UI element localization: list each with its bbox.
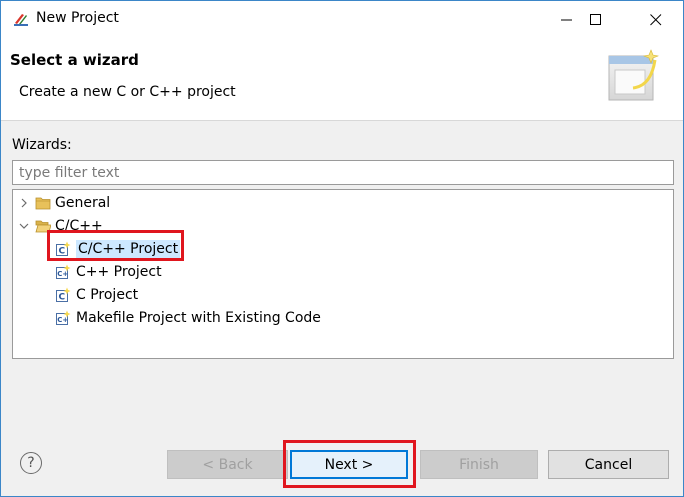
minimize-icon xyxy=(561,19,572,20)
chevron-right-icon[interactable] xyxy=(17,196,31,210)
folder-icon xyxy=(35,197,51,210)
cancel-button-label: Cancel xyxy=(584,456,633,473)
help-button[interactable]: ? xyxy=(20,452,42,474)
window-title: New Project xyxy=(36,10,119,26)
tree-item-cpp-project[interactable]: C C/C++ Project xyxy=(55,238,181,260)
finish-button[interactable]: Finish xyxy=(420,450,538,479)
close-button[interactable] xyxy=(633,1,679,38)
cancel-button[interactable]: Cancel xyxy=(548,450,669,479)
selected-item-highlight: C/C++ Project xyxy=(76,240,181,258)
tree-item-label: Makefile Project with Existing Code xyxy=(76,310,321,326)
banner-title: Select a wizard xyxy=(10,51,139,69)
eclipse-app-icon xyxy=(14,14,28,26)
banner-description: Create a new C or C++ project xyxy=(19,84,236,100)
help-icon: ? xyxy=(27,455,35,471)
wizard-banner-icon xyxy=(608,49,659,101)
svg-text:C: C xyxy=(59,293,66,303)
next-button[interactable]: Next > xyxy=(290,450,408,479)
tree-item-general[interactable]: General xyxy=(17,192,110,214)
filter-input[interactable] xyxy=(12,160,674,185)
title-bar[interactable]: New Project xyxy=(1,1,683,38)
c-project-icon: C xyxy=(56,241,71,257)
svg-text:C+: C+ xyxy=(57,316,68,324)
folder-open-icon xyxy=(35,220,51,233)
tree-item-label: C/C++ Project xyxy=(78,241,179,257)
c-project-icon: C xyxy=(56,287,71,303)
tree-item-makefile-project[interactable]: C+ Makefile Project with Existing Code xyxy=(55,307,321,329)
new-project-dialog: New Project Select a wizard Create a new… xyxy=(0,0,684,497)
next-button-label: Next > xyxy=(324,456,374,473)
makefile-project-icon: C+ xyxy=(56,310,71,325)
tree-item-c-project[interactable]: C C Project xyxy=(55,284,138,306)
wizard-banner: Select a wizard Create a new C or C++ pr… xyxy=(1,38,683,121)
back-button-label: < Back xyxy=(202,456,253,473)
wizard-tree[interactable]: General C/C++ C C/C++ Project C+ C++ Pro… xyxy=(12,189,674,359)
chevron-down-icon[interactable] xyxy=(17,219,31,233)
tree-item-label: C Project xyxy=(76,287,139,303)
tree-item-cpp-folder[interactable]: C/C++ xyxy=(17,215,103,237)
tree-item-label: C/C++ xyxy=(55,218,103,234)
tree-item-cplusplus-project[interactable]: C+ C++ Project xyxy=(55,261,162,283)
finish-button-label: Finish xyxy=(459,456,499,473)
maximize-icon xyxy=(590,13,601,25)
maximize-button[interactable] xyxy=(573,1,619,38)
back-button[interactable]: < Back xyxy=(167,450,288,479)
wizards-label: Wizards: xyxy=(12,137,72,153)
tree-item-label: C++ Project xyxy=(76,264,162,280)
close-icon xyxy=(650,13,662,25)
svg-text:C: C xyxy=(59,247,66,257)
tree-item-label: General xyxy=(55,195,111,211)
cpp-project-icon: C+ xyxy=(56,264,71,279)
svg-text:C+: C+ xyxy=(57,270,68,278)
